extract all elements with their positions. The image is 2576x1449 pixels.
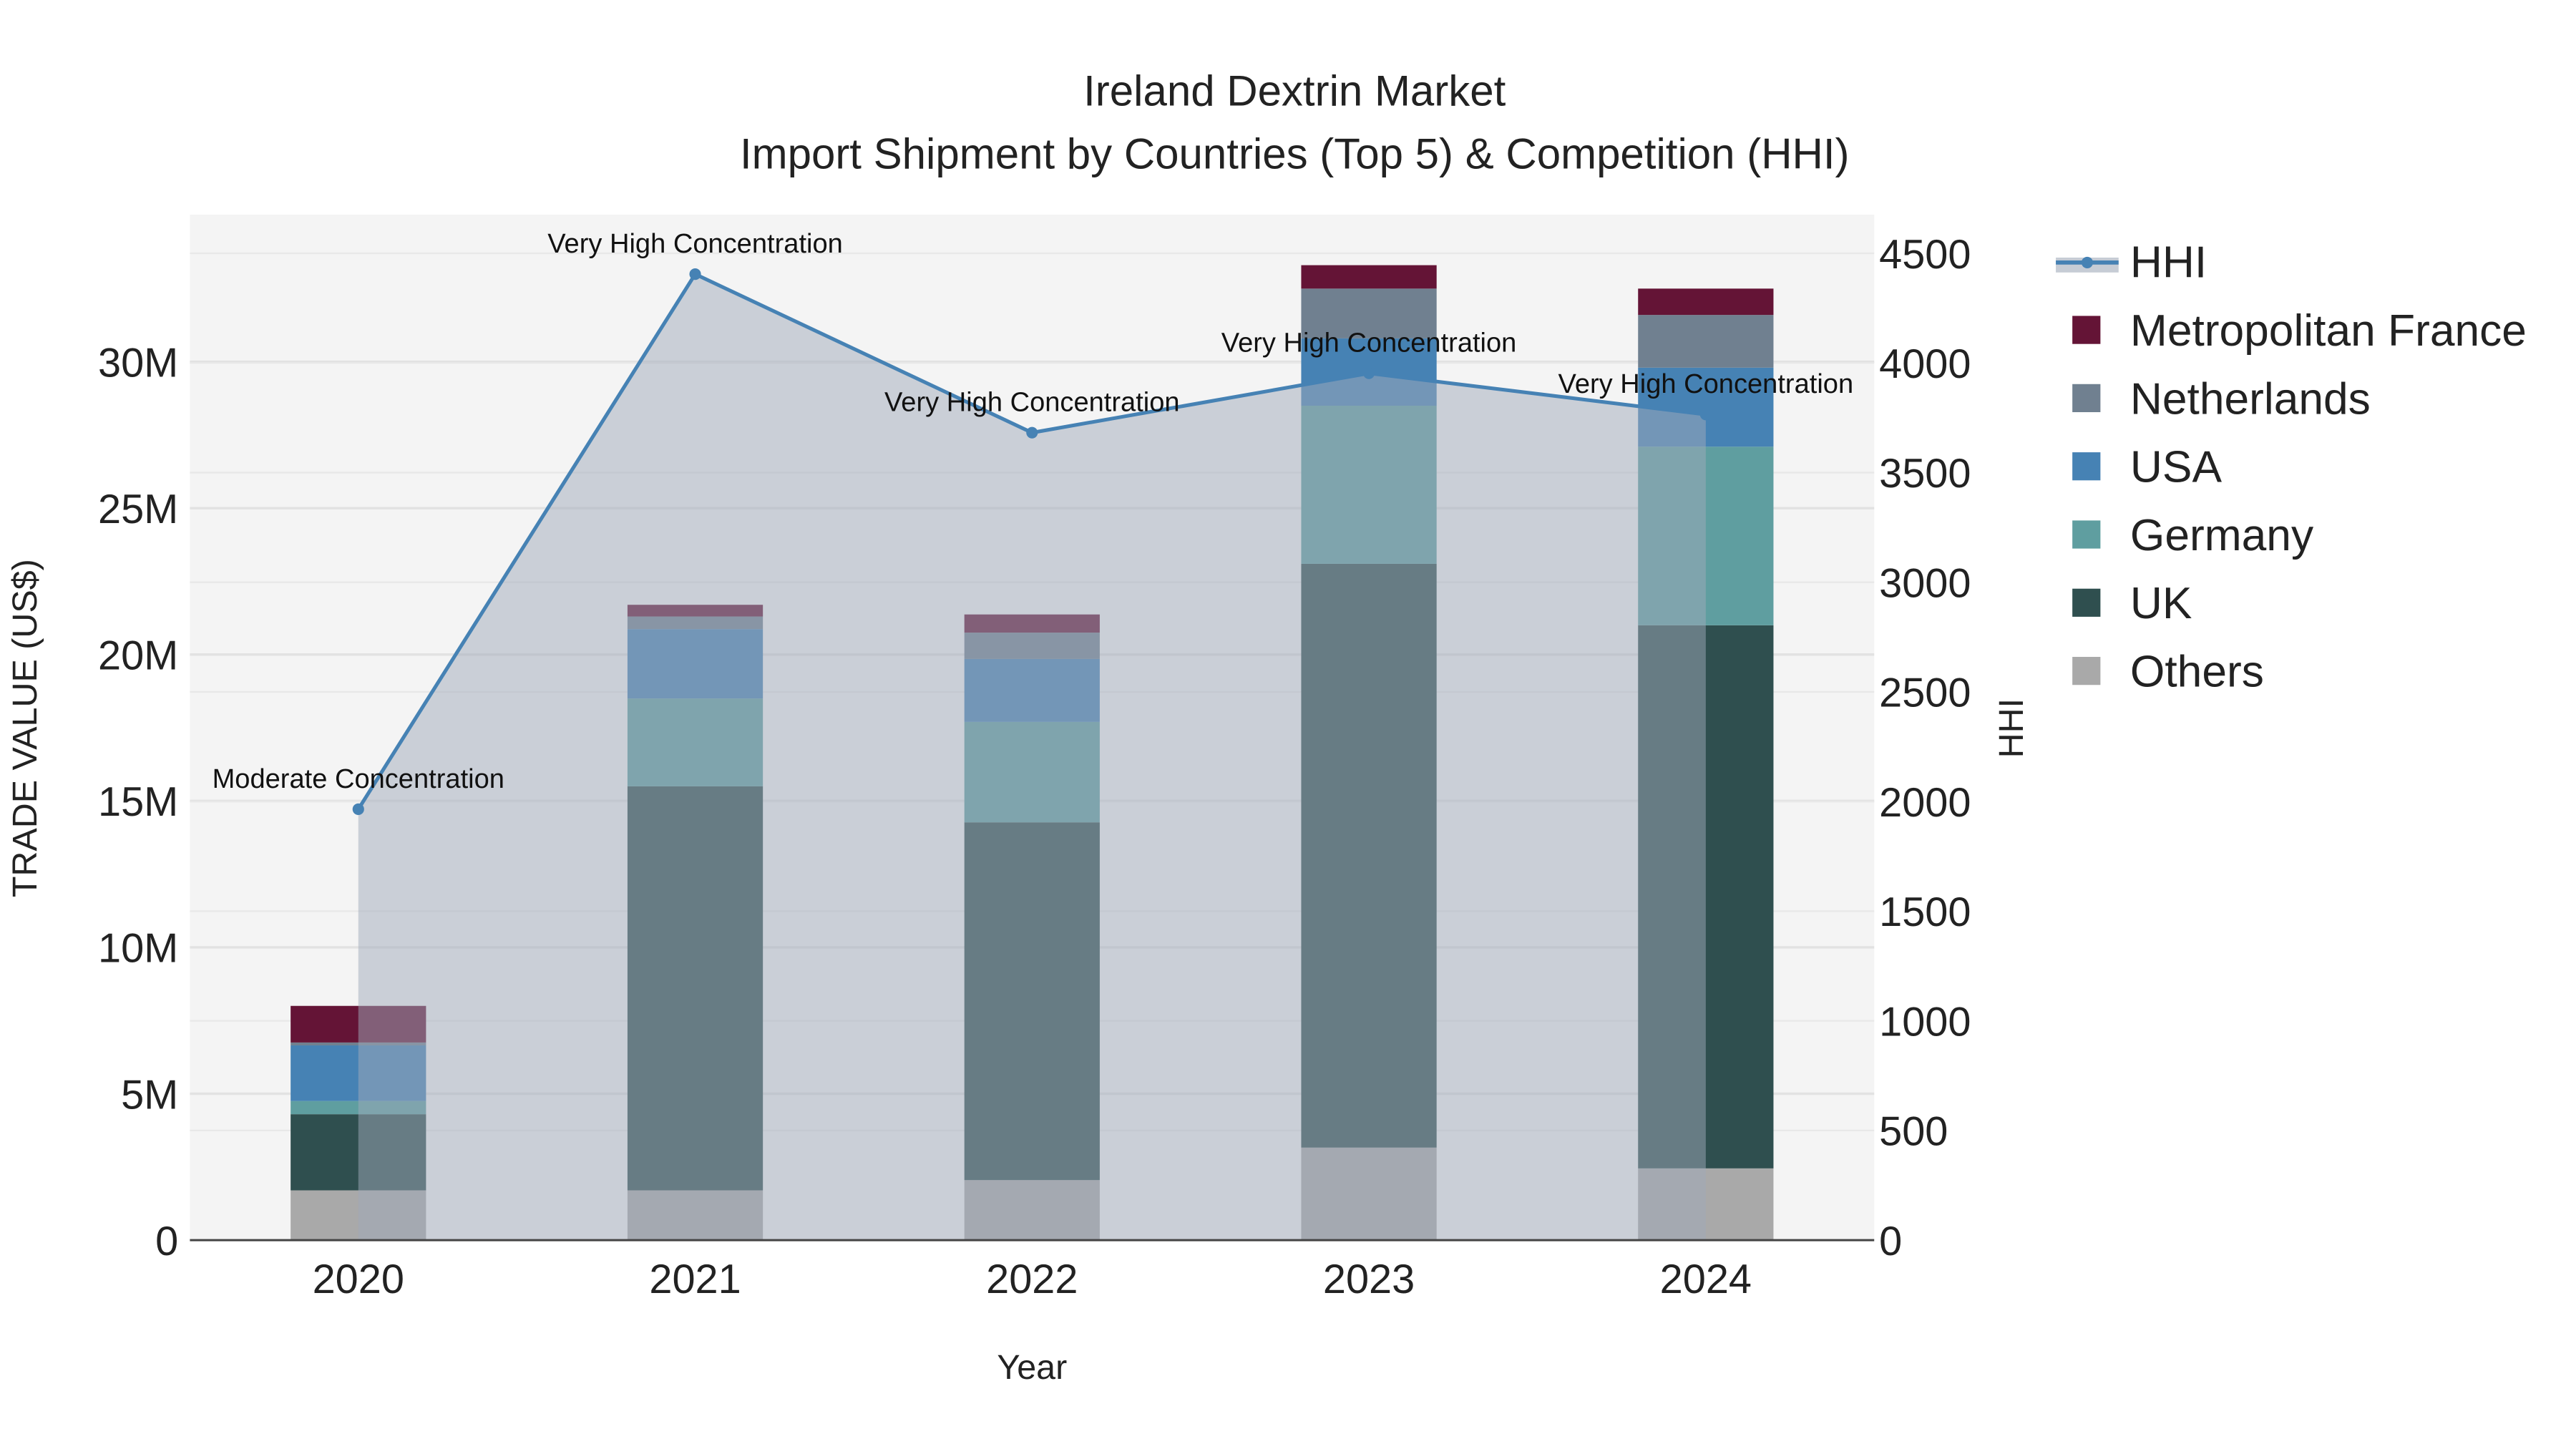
chart-title: Ireland Dextrin Market	[1083, 67, 1506, 115]
hhi-point-2021	[689, 268, 701, 280]
x-axis-title: Year	[997, 1348, 1067, 1387]
x-tick-label: 2022	[986, 1257, 1078, 1302]
y-axis-title: TRADE VALUE (US$)	[6, 559, 44, 897]
legend-label: Metropolitan France	[2130, 306, 2527, 356]
y2-tick-label: 1500	[1879, 889, 1971, 935]
y2-tick-label: 1000	[1879, 999, 1971, 1045]
legend-label: USA	[2130, 443, 2223, 492]
legend-item-hhi[interactable]: HHI	[2056, 238, 2207, 288]
y2-tick-label: 500	[1879, 1109, 1948, 1155]
y2-tick-label: 2000	[1879, 780, 1971, 826]
y-axis-ticks: 0 5M 10M 15M 20M 25M 30M	[98, 340, 178, 1264]
legend-label: Netherlands	[2130, 374, 2371, 424]
y2-tick-label: 3000	[1879, 560, 1971, 606]
chart-subtitle: Import Shipment by Countries (Top 5) & C…	[740, 130, 1850, 177]
y2-axis-title: HHI	[1992, 698, 2031, 758]
legend-swatch	[2072, 520, 2101, 549]
legend-swatch	[2072, 452, 2101, 481]
hhi-annotation-2022: Very High Concentration	[884, 388, 1180, 418]
y-tick-label: 10M	[98, 926, 178, 972]
legend: HHI Metropolitan France Netherlands USA Germ…	[2056, 238, 2527, 697]
legend-swatch	[2072, 384, 2101, 412]
hhi-annotation-2024: Very High Concentration	[1558, 369, 1854, 399]
x-tick-label: 2020	[313, 1257, 404, 1302]
y-tick-label: 5M	[121, 1072, 178, 1118]
legend-item-uk[interactable]: UK	[2072, 579, 2192, 628]
y2-tick-label: 4000	[1879, 341, 1971, 387]
y-tick-label: 0	[155, 1219, 178, 1264]
bar-metropolitan-france-2024	[1638, 288, 1774, 316]
legend-item-germany[interactable]: Germany	[2072, 511, 2314, 560]
x-tick-label: 2023	[1323, 1257, 1415, 1302]
y2-tick-label: 0	[1879, 1219, 1902, 1264]
chart: 0 5M 10M 15M 20M 25M 30M 0 500 1000 1500 2000 2500 3…	[6, 67, 2527, 1387]
legend-item-others[interactable]: Others	[2072, 648, 2264, 697]
x-axis-ticks: 2020 2021 2022 2023 2024	[313, 1257, 1752, 1302]
bar-metropolitan-france-2023	[1301, 265, 1437, 289]
hhi-point-2024	[1699, 409, 1712, 421]
hhi-annotation-2021: Very High Concentration	[547, 229, 843, 259]
hhi-point-2020	[352, 803, 364, 815]
legend-swatch	[2072, 316, 2101, 344]
y2-tick-label: 4500	[1879, 232, 1971, 278]
hhi-annotation-2023: Very High Concentration	[1221, 328, 1517, 358]
y-tick-label: 30M	[98, 340, 178, 386]
y-tick-label: 25M	[98, 487, 178, 532]
legend-label: Germany	[2130, 511, 2314, 560]
hhi-point-2022	[1026, 426, 1038, 439]
y2-tick-label: 2500	[1879, 670, 1971, 716]
legend-hhi-marker	[2081, 256, 2093, 268]
legend-label: UK	[2130, 579, 2192, 628]
legend-item-usa[interactable]: USA	[2072, 443, 2222, 492]
legend-label: HHI	[2130, 238, 2207, 288]
x-tick-label: 2024	[1660, 1257, 1752, 1302]
legend-swatch	[2072, 657, 2101, 686]
x-tick-label: 2021	[649, 1257, 741, 1302]
bar-netherlands-2024	[1638, 315, 1774, 368]
legend-item-metropolitan-france[interactable]: Metropolitan France	[2072, 306, 2527, 356]
y2-axis-ticks: 0 500 1000 1500 2000 2500 3000 3500 4000 4500	[1879, 232, 1971, 1264]
y-tick-label: 20M	[98, 633, 178, 679]
legend-swatch	[2072, 588, 2101, 617]
legend-item-netherlands[interactable]: Netherlands	[2072, 374, 2371, 424]
y-tick-label: 15M	[98, 779, 178, 825]
hhi-point-2023	[1363, 367, 1375, 379]
legend-label: Others	[2130, 648, 2264, 697]
hhi-annotation-2020: Moderate Concentration	[213, 764, 504, 794]
y2-tick-label: 3500	[1879, 451, 1971, 497]
